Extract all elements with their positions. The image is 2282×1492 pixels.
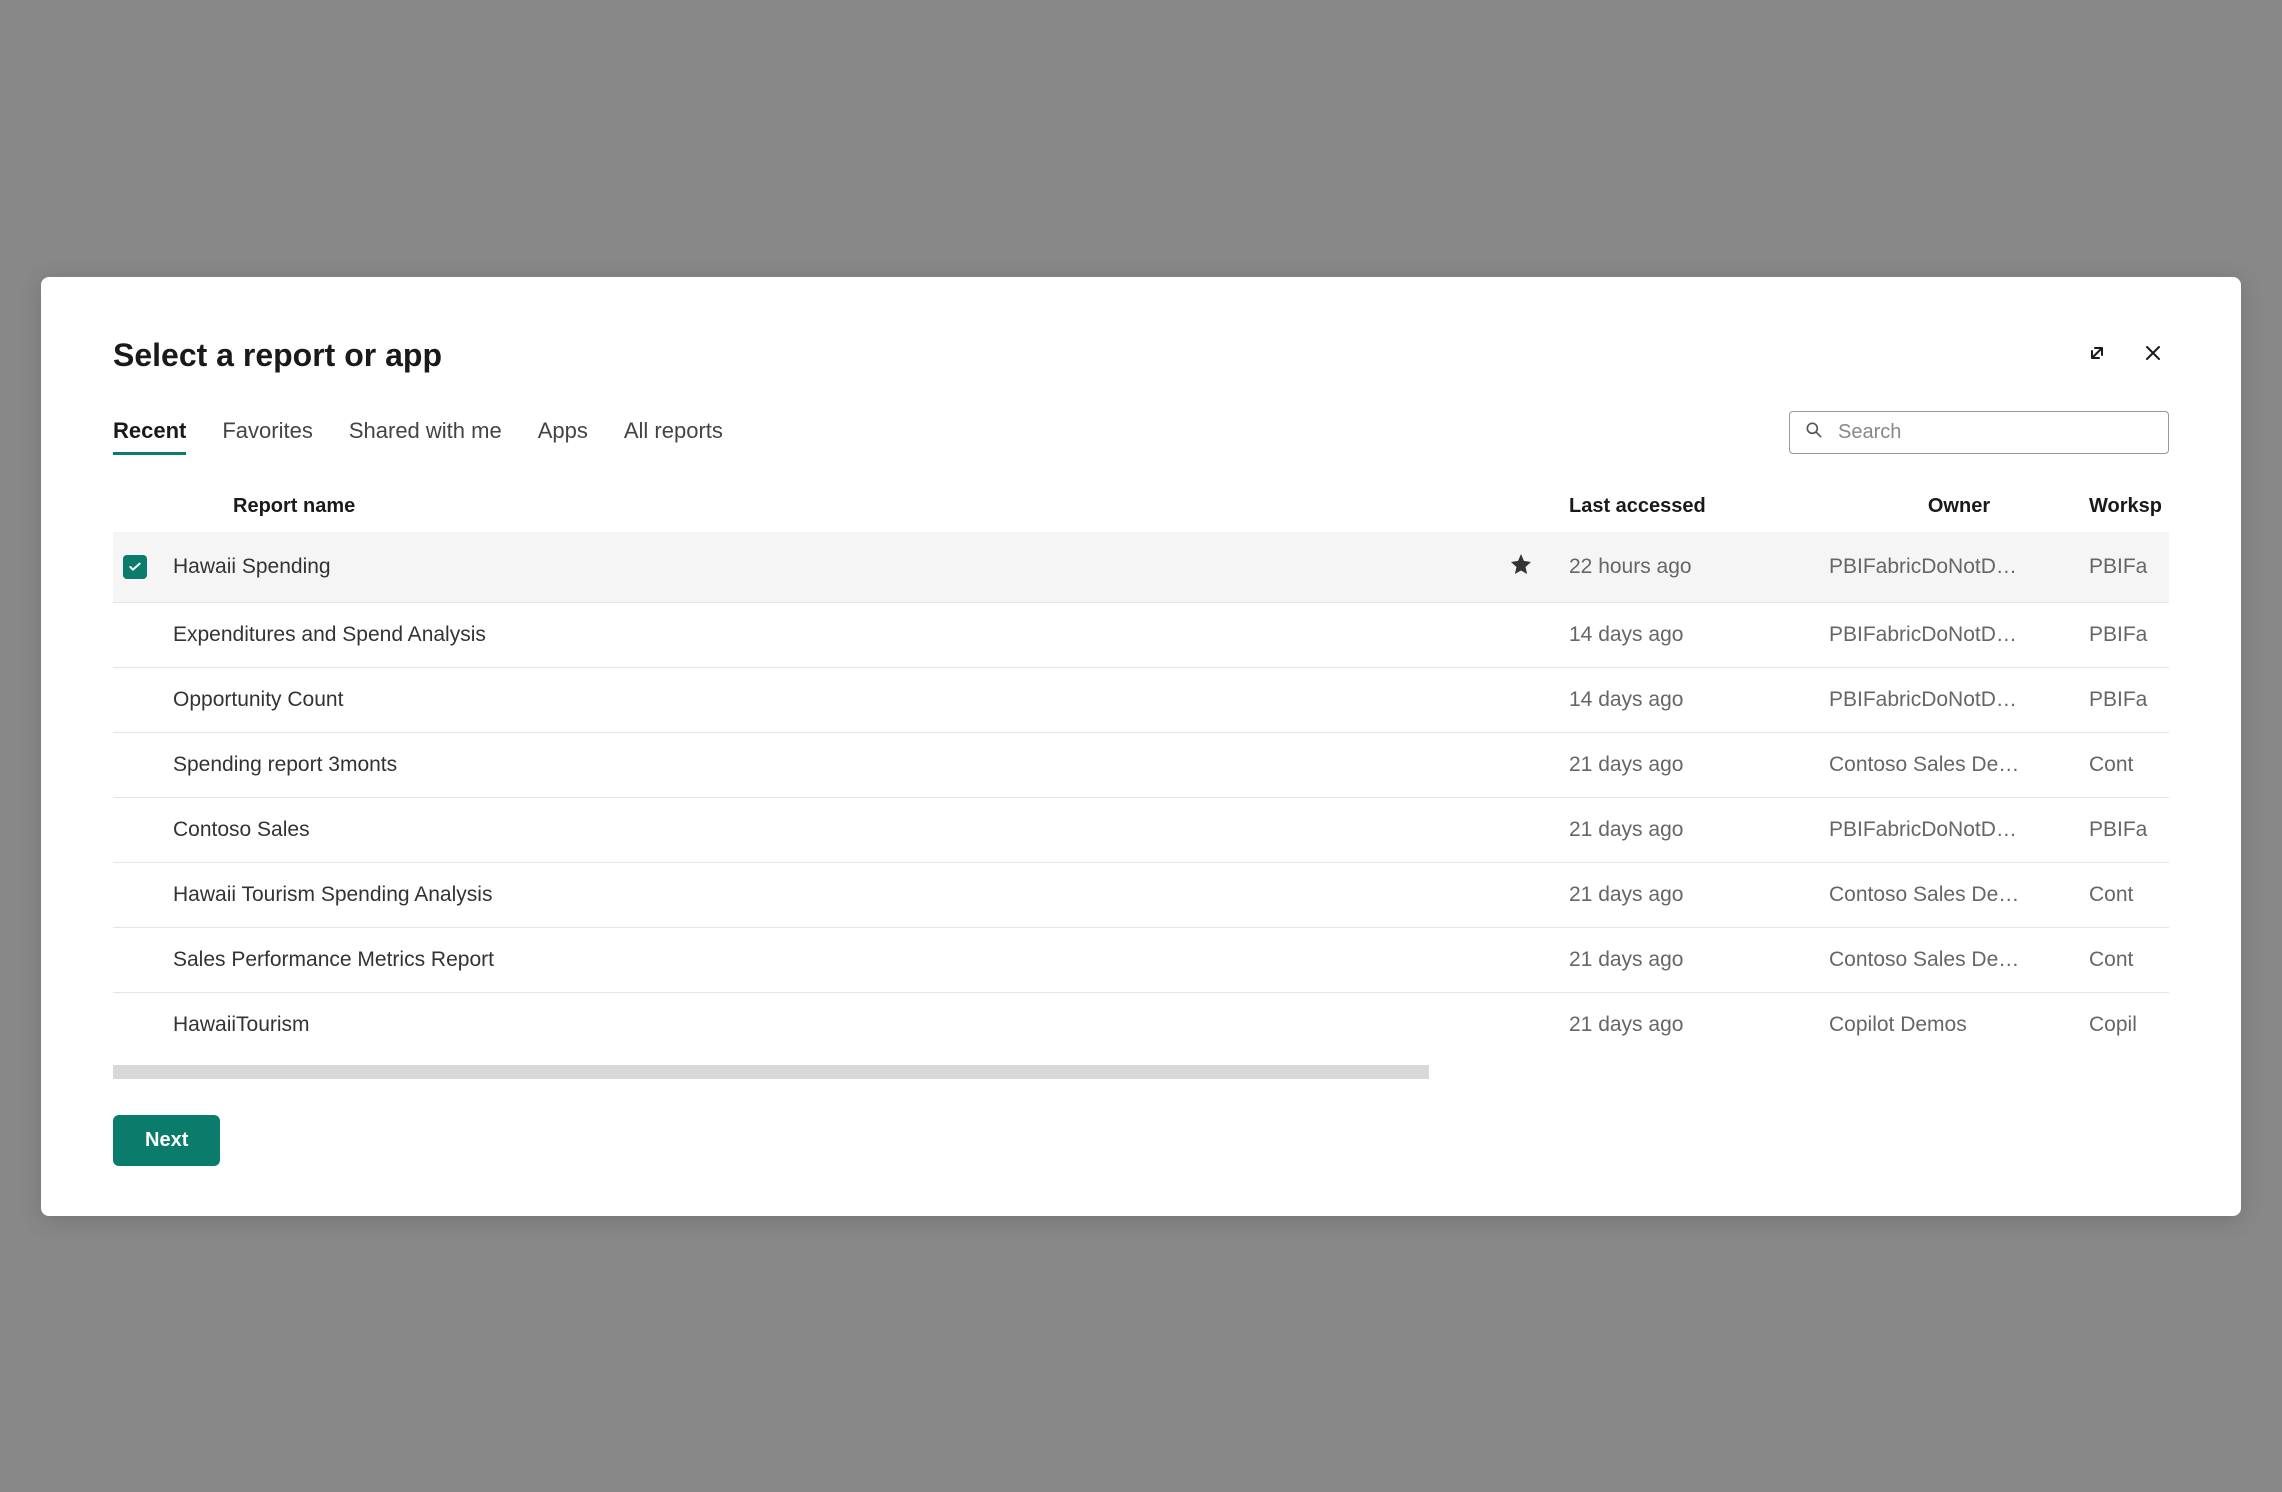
tab-recent[interactable]: Recent — [113, 410, 186, 455]
row-last-accessed: 14 days ago — [1569, 623, 1829, 647]
tab-favorites[interactable]: Favorites — [222, 410, 312, 455]
table-header-row: Report name Last accessed Owner Worksp — [113, 475, 2169, 532]
row-favorite-cell — [1509, 552, 1569, 582]
search-icon — [1804, 420, 1824, 445]
tab-shared-with-me[interactable]: Shared with me — [349, 410, 502, 455]
close-icon — [2141, 341, 2165, 368]
header-actions — [2081, 337, 2169, 372]
row-owner: Copilot Demos — [1829, 1013, 2089, 1037]
report-table: Report name Last accessed Owner Worksp H… — [113, 475, 2169, 1079]
tab-apps[interactable]: Apps — [538, 410, 588, 455]
col-header-check — [113, 495, 173, 518]
table-row[interactable]: Hawaii Tourism Spending Analysis 21 days … — [113, 863, 2169, 928]
row-workspace: PBIFa — [2089, 555, 2169, 579]
row-last-accessed: 21 days ago — [1569, 1013, 1829, 1037]
search-input[interactable] — [1838, 421, 2154, 444]
select-report-modal: Select a report or app Recent Fa — [41, 277, 2241, 1216]
modal-title: Select a report or app — [113, 337, 442, 374]
row-workspace: Cont — [2089, 948, 2169, 972]
row-owner: PBIFabricDoNotD… — [1829, 688, 2089, 712]
col-header-star — [1509, 495, 1569, 518]
modal-header: Select a report or app — [113, 337, 2169, 410]
row-report-name: Contoso Sales — [173, 818, 1509, 842]
row-workspace: Copil — [2089, 1013, 2169, 1037]
row-report-name: Spending report 3monts — [173, 753, 1509, 777]
row-last-accessed: 21 days ago — [1569, 818, 1829, 842]
row-report-name: Sales Performance Metrics Report — [173, 948, 1509, 972]
col-header-name[interactable]: Report name — [173, 495, 1509, 518]
row-report-name: Hawaii Spending — [173, 555, 1509, 579]
row-report-name: Opportunity Count — [173, 688, 1509, 712]
row-last-accessed: 21 days ago — [1569, 948, 1829, 972]
row-last-accessed: 21 days ago — [1569, 753, 1829, 777]
row-owner: PBIFabricDoNotD… — [1829, 818, 2089, 842]
table-row[interactable]: Expenditures and Spend Analysis 14 days a… — [113, 603, 2169, 668]
table-row[interactable]: Contoso Sales 21 days agoPBIFabricDoNotD…… — [113, 798, 2169, 863]
col-header-owner[interactable]: Owner — [1829, 495, 2089, 518]
row-report-name: Expenditures and Spend Analysis — [173, 623, 1509, 647]
row-last-accessed: 14 days ago — [1569, 688, 1829, 712]
table-row[interactable]: HawaiiTourism 21 days agoCopilot DemosCop… — [113, 993, 2169, 1057]
tabs-search-row: Recent Favorites Shared with me Apps All… — [113, 410, 2169, 455]
table-body: Hawaii Spending22 hours agoPBIFabricDoNo… — [113, 532, 2169, 1057]
expand-icon — [2085, 341, 2109, 368]
col-header-accessed[interactable]: Last accessed — [1569, 495, 1829, 518]
row-report-name: Hawaii Tourism Spending Analysis — [173, 883, 1509, 907]
row-workspace: Cont — [2089, 883, 2169, 907]
tabs: Recent Favorites Shared with me Apps All… — [113, 410, 723, 455]
row-owner: Contoso Sales De… — [1829, 948, 2089, 972]
search-box[interactable] — [1789, 411, 2169, 454]
row-owner: Contoso Sales De… — [1829, 883, 2089, 907]
tab-all-reports[interactable]: All reports — [624, 410, 723, 455]
row-workspace: PBIFa — [2089, 623, 2169, 647]
row-last-accessed: 22 hours ago — [1569, 555, 1829, 579]
col-header-workspace[interactable]: Worksp — [2089, 495, 2169, 518]
row-last-accessed: 21 days ago — [1569, 883, 1829, 907]
table-row[interactable]: Opportunity Count 14 days agoPBIFabricDoN… — [113, 668, 2169, 733]
row-checkbox-cell — [113, 555, 173, 579]
close-button[interactable] — [2137, 337, 2169, 372]
row-checkbox[interactable] — [123, 555, 147, 579]
expand-button[interactable] — [2081, 337, 2113, 372]
row-workspace: PBIFa — [2089, 818, 2169, 842]
row-report-name: HawaiiTourism — [173, 1013, 1509, 1037]
modal-footer: Next — [113, 1115, 2169, 1166]
table-row[interactable]: Spending report 3monts 21 days agoContoso… — [113, 733, 2169, 798]
row-owner: PBIFabricDoNotD… — [1829, 555, 2089, 579]
star-icon[interactable] — [1509, 558, 1533, 581]
horizontal-scrollbar[interactable] — [113, 1065, 1429, 1079]
row-workspace: Cont — [2089, 753, 2169, 777]
next-button[interactable]: Next — [113, 1115, 220, 1166]
row-owner: Contoso Sales De… — [1829, 753, 2089, 777]
table-row[interactable]: Sales Performance Metrics Report 21 days … — [113, 928, 2169, 993]
row-owner: PBIFabricDoNotD… — [1829, 623, 2089, 647]
row-workspace: PBIFa — [2089, 688, 2169, 712]
table-row[interactable]: Hawaii Spending 22 hours agoPBIFabricDoNo… — [113, 532, 2169, 603]
